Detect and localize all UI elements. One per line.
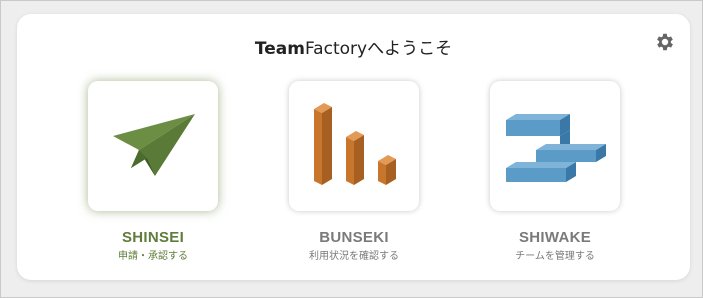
shinsei-subtitle: 申請・承認する: [118, 251, 188, 262]
app-shinsei[interactable]: SHINSEI 申請・承認する: [83, 81, 223, 262]
shiwake-subtitle: チームを管理する: [515, 251, 595, 262]
title-brand-bold: Team: [254, 39, 305, 59]
window-frame: TeamFactoryへようこそ SHINSEI 申請・承認する BUNSEKI…: [0, 0, 703, 298]
page-title: TeamFactoryへようこそ: [17, 34, 690, 59]
shinsei-name: SHINSEI: [121, 229, 185, 246]
paper-plane-icon: [113, 114, 195, 176]
title-brand-rest: Factoryへようこそ: [304, 39, 453, 59]
shiwake-tile[interactable]: [490, 81, 620, 211]
welcome-card: TeamFactoryへようこそ SHINSEI 申請・承認する BUNSEKI…: [17, 14, 690, 280]
bar-chart-icon: [314, 103, 396, 185]
app-bunseki[interactable]: BUNSEKI 利用状況を確認する: [284, 81, 424, 262]
app-shiwake[interactable]: SHIWAKE チームを管理する: [485, 81, 625, 262]
shiwake-name: SHIWAKE: [518, 229, 592, 246]
gear-icon[interactable]: [654, 31, 676, 53]
shinsei-tile[interactable]: [88, 81, 218, 211]
bunseki-subtitle: 利用状況を確認する: [309, 251, 399, 262]
sorting-blocks-icon: [506, 114, 606, 182]
bunseki-tile[interactable]: [289, 81, 419, 211]
bunseki-name: BUNSEKI: [319, 229, 389, 246]
